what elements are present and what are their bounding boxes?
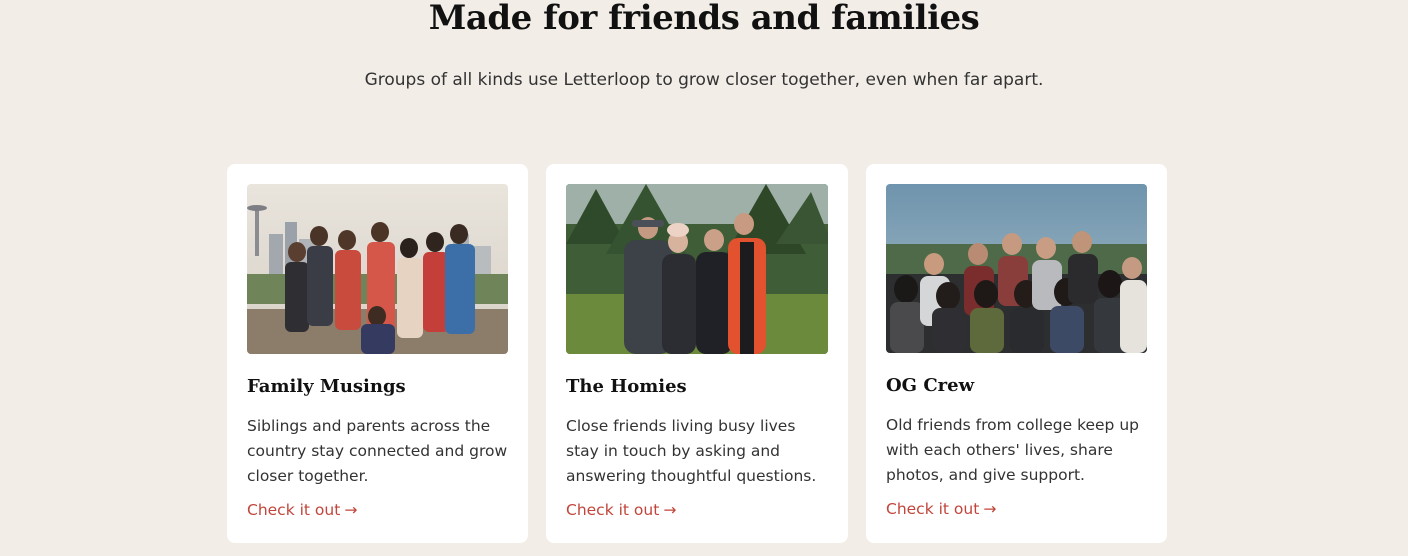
check-it-out-link[interactable]: Check it out → bbox=[247, 499, 357, 521]
card-title: OG Crew bbox=[886, 375, 975, 396]
link-label: Check it out bbox=[886, 500, 980, 518]
card-og-crew: OG Crew Old friends from college keep up… bbox=[866, 164, 1167, 543]
college-friends-group-photo bbox=[886, 184, 1147, 353]
friends-group-photo bbox=[566, 184, 828, 354]
arrow-right-icon: → bbox=[344, 501, 358, 519]
link-label: Check it out bbox=[566, 501, 660, 519]
card-title: The Homies bbox=[566, 376, 687, 397]
check-it-out-link[interactable]: Check it out → bbox=[886, 498, 996, 520]
section-subtitle: Groups of all kinds use Letterloop to gr… bbox=[364, 70, 1044, 90]
section-title: Made for friends and families bbox=[428, 0, 980, 38]
arrow-right-icon: → bbox=[663, 501, 677, 519]
card-title: Family Musings bbox=[247, 376, 406, 397]
link-label: Check it out bbox=[247, 501, 341, 519]
family-group-photo bbox=[247, 184, 508, 354]
arrow-right-icon: → bbox=[983, 500, 997, 518]
card-family-musings: Family Musings Siblings and parents acro… bbox=[227, 164, 528, 543]
card-the-homies: The Homies Close friends living busy liv… bbox=[546, 164, 848, 543]
card-description: Siblings and parents across the country … bbox=[247, 417, 508, 485]
card-description: Old friends from college keep up with ea… bbox=[886, 416, 1139, 484]
card-description: Close friends living busy lives stay in … bbox=[566, 417, 817, 485]
check-it-out-link[interactable]: Check it out → bbox=[566, 499, 676, 521]
